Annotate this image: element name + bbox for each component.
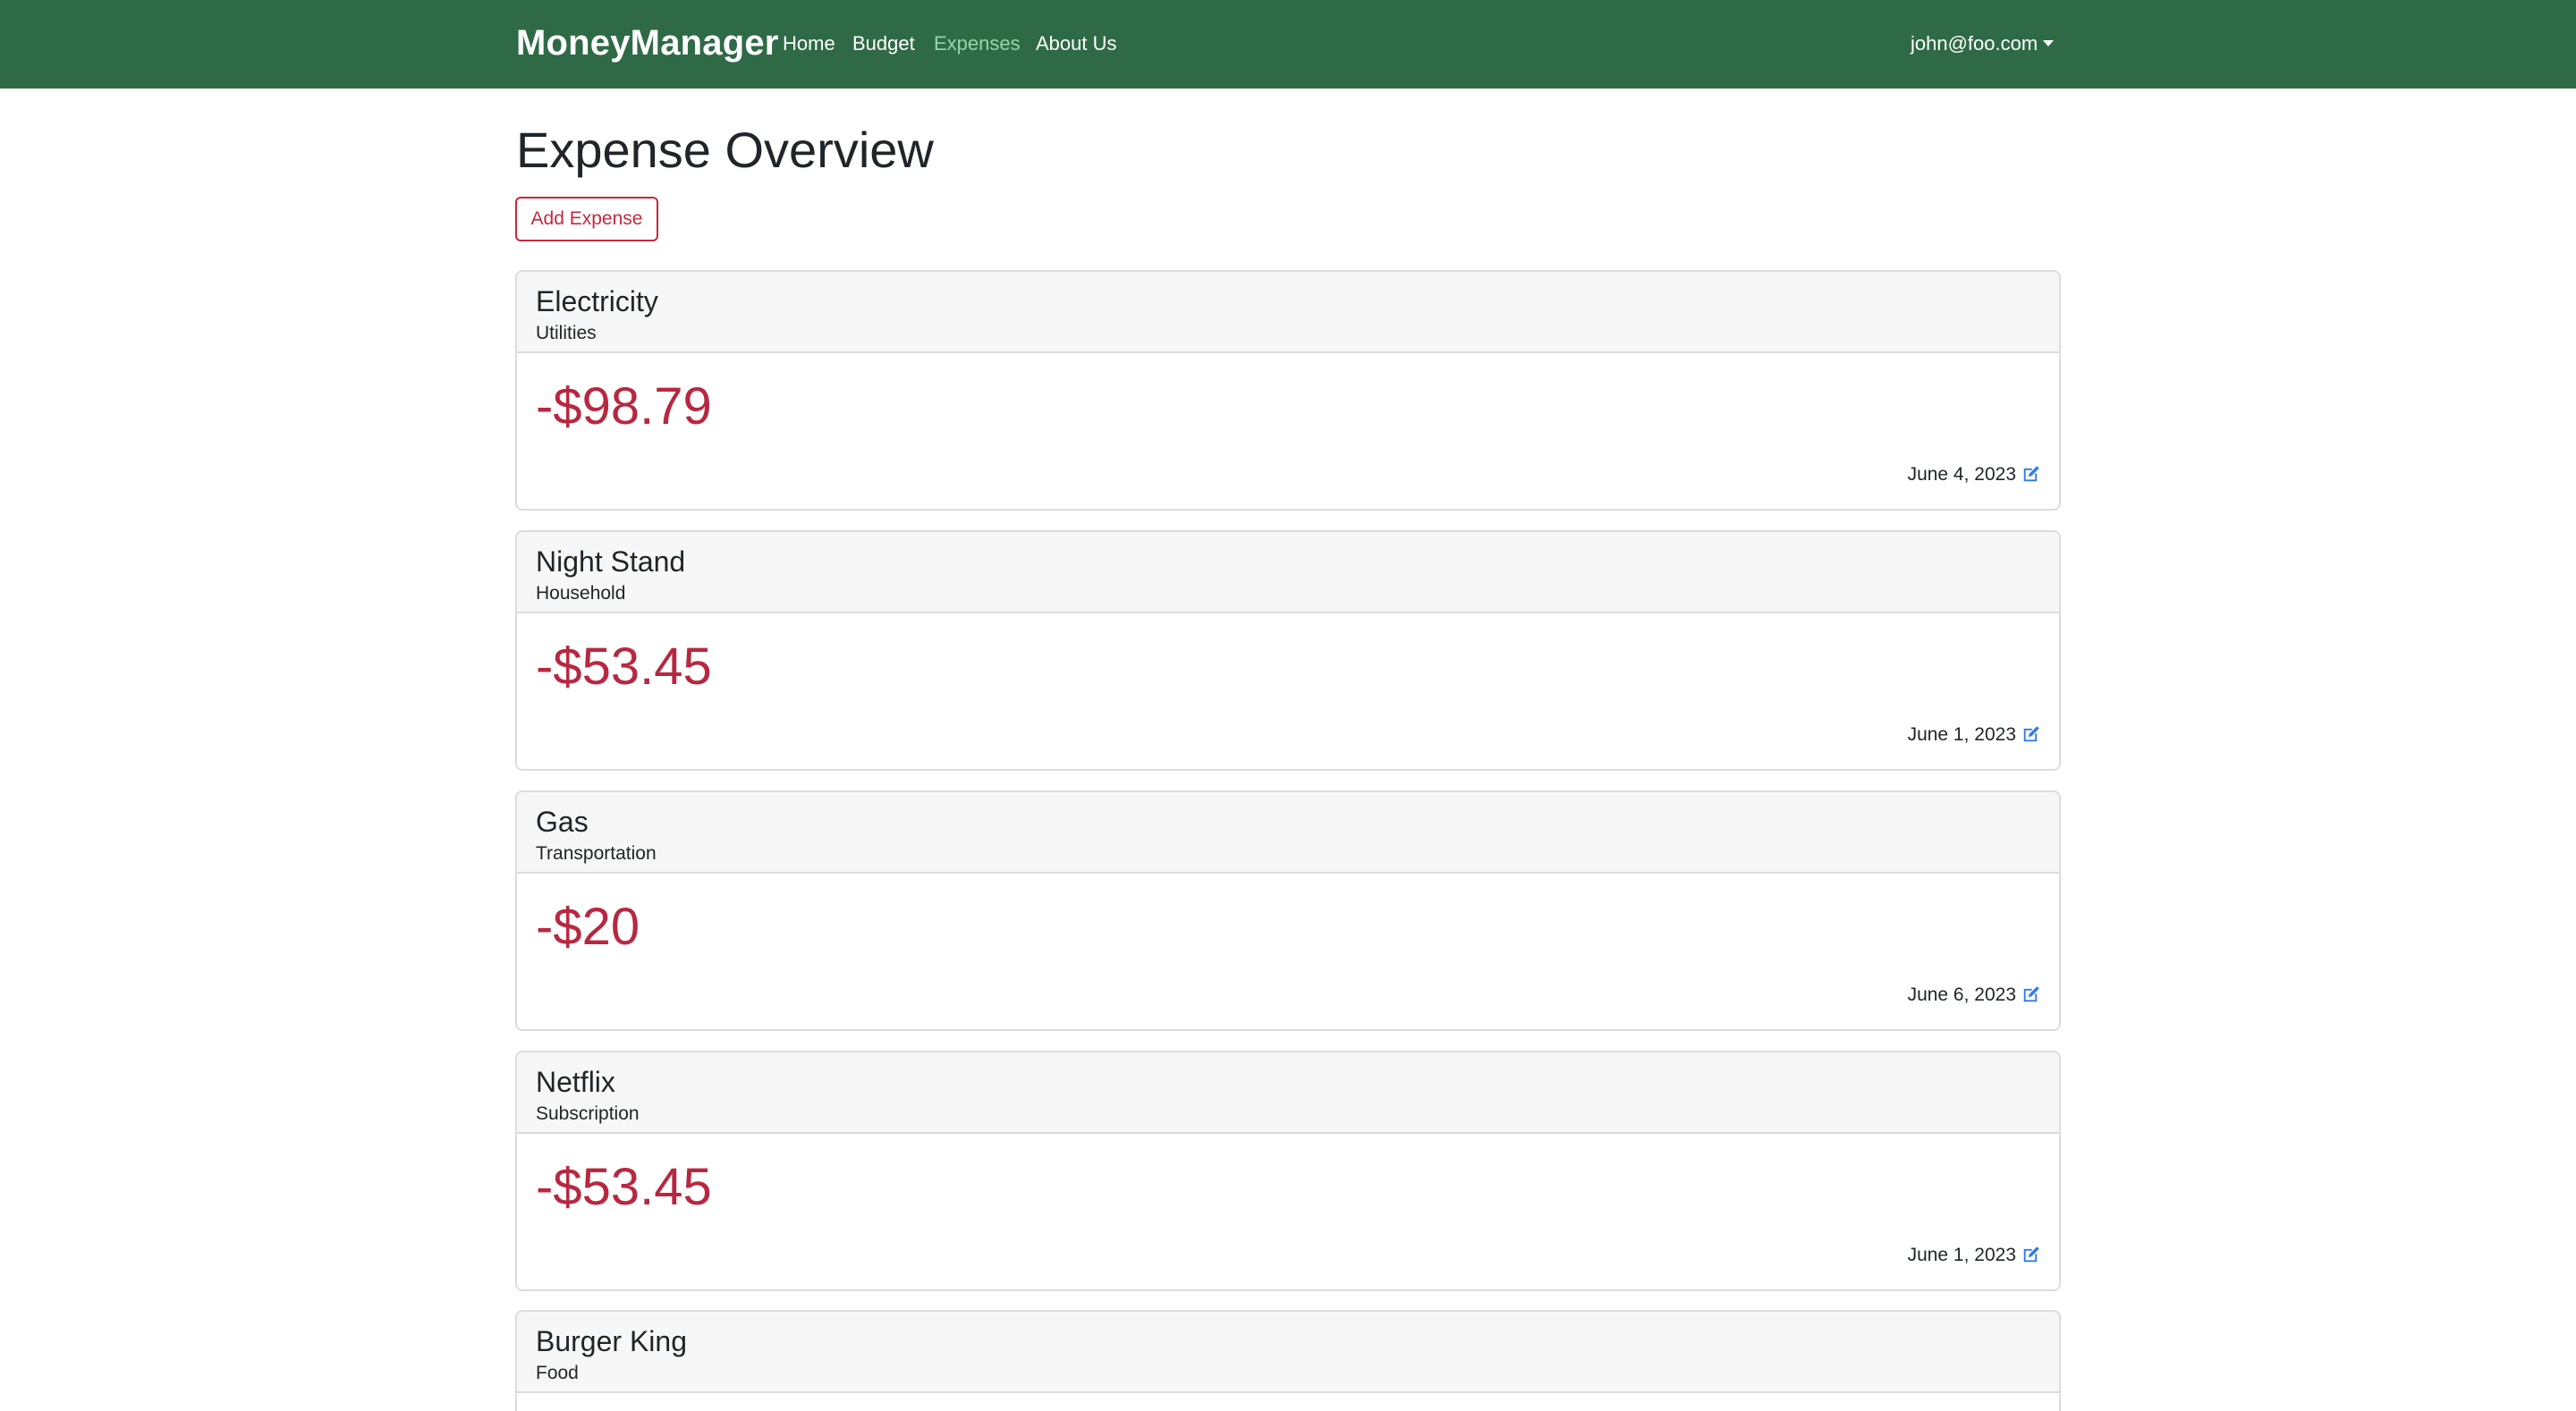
expense-name: Gas (536, 806, 589, 838)
expense-name: Electricity (536, 285, 658, 317)
page-title: Expense Overview (516, 122, 934, 178)
expense-category: Transportation (536, 843, 657, 864)
expense-name: Netflix (536, 1066, 615, 1098)
expense-card-header: Burger King Food (517, 1312, 2059, 1393)
nav-link-budget[interactable]: Budget (852, 30, 915, 57)
expense-date: June 4, 2023 (1907, 464, 2016, 485)
expense-date-row: June 4, 2023 (1908, 462, 2041, 487)
user-email: john@foo.com (1911, 32, 2038, 55)
expense-card: Electricity Utilities -$98.79 June 4, 20… (515, 270, 2061, 511)
expense-card-header: Electricity Utilities (517, 272, 2059, 353)
edit-icon[interactable] (2021, 464, 2041, 484)
edit-icon[interactable] (2021, 724, 2041, 744)
expense-card: Night Stand Household -$53.45 June 1, 20… (515, 530, 2061, 771)
edit-icon[interactable] (2021, 1245, 2041, 1264)
expense-category: Food (536, 1363, 579, 1383)
expense-amount: -$53.45 (536, 638, 712, 696)
expense-card-header: Gas Transportation (517, 792, 2059, 874)
nav-link-expenses[interactable]: Expenses (934, 30, 1021, 57)
add-expense-button[interactable]: Add Expense (515, 197, 658, 241)
expense-amount: -$53.45 (536, 1158, 712, 1216)
expense-category: Utilities (536, 323, 597, 343)
expense-amount: -$98.79 (536, 377, 712, 435)
expense-card-header: Night Stand Household (517, 532, 2059, 613)
top-navbar: MoneyManager Home Budget Expenses About … (0, 0, 2576, 89)
expense-category: Subscription (536, 1103, 640, 1124)
nav-link-about-us[interactable]: About Us (1036, 30, 1117, 57)
expense-category: Household (536, 583, 626, 604)
expense-date: June 1, 2023 (1907, 724, 2016, 745)
expense-card-body: -$98.79 June 4, 2023 (517, 353, 2059, 509)
expense-name: Night Stand (536, 545, 686, 578)
expense-date: June 6, 2023 (1907, 984, 2016, 1005)
expense-card: Burger King Food (515, 1310, 2061, 1411)
expense-date-row: June 1, 2023 (1908, 1243, 2041, 1268)
expense-amount: -$20 (536, 898, 640, 956)
expense-card: Netflix Subscription -$53.45 June 1, 202… (515, 1051, 2061, 1291)
expense-card-body: -$53.45 June 1, 2023 (517, 613, 2059, 769)
expense-date-row: June 1, 2023 (1908, 722, 2041, 748)
expense-date: June 1, 2023 (1907, 1245, 2016, 1265)
caret-down-icon (2043, 39, 2055, 46)
user-menu-dropdown[interactable]: john@foo.com (1911, 30, 2055, 57)
expense-date-row: June 6, 2023 (1908, 983, 2041, 1008)
expense-card-header: Netflix Subscription (517, 1052, 2059, 1134)
expense-card-body: -$20 June 6, 2023 (517, 874, 2059, 1029)
edit-icon[interactable] (2021, 984, 2041, 1004)
brand-logo[interactable]: MoneyManager (516, 20, 779, 66)
expense-card-body: -$53.45 June 1, 2023 (517, 1134, 2059, 1289)
nav-link-home[interactable]: Home (783, 30, 835, 57)
expense-name: Burger King (536, 1325, 687, 1357)
expense-card: Gas Transportation -$20 June 6, 2023 (515, 790, 2061, 1031)
